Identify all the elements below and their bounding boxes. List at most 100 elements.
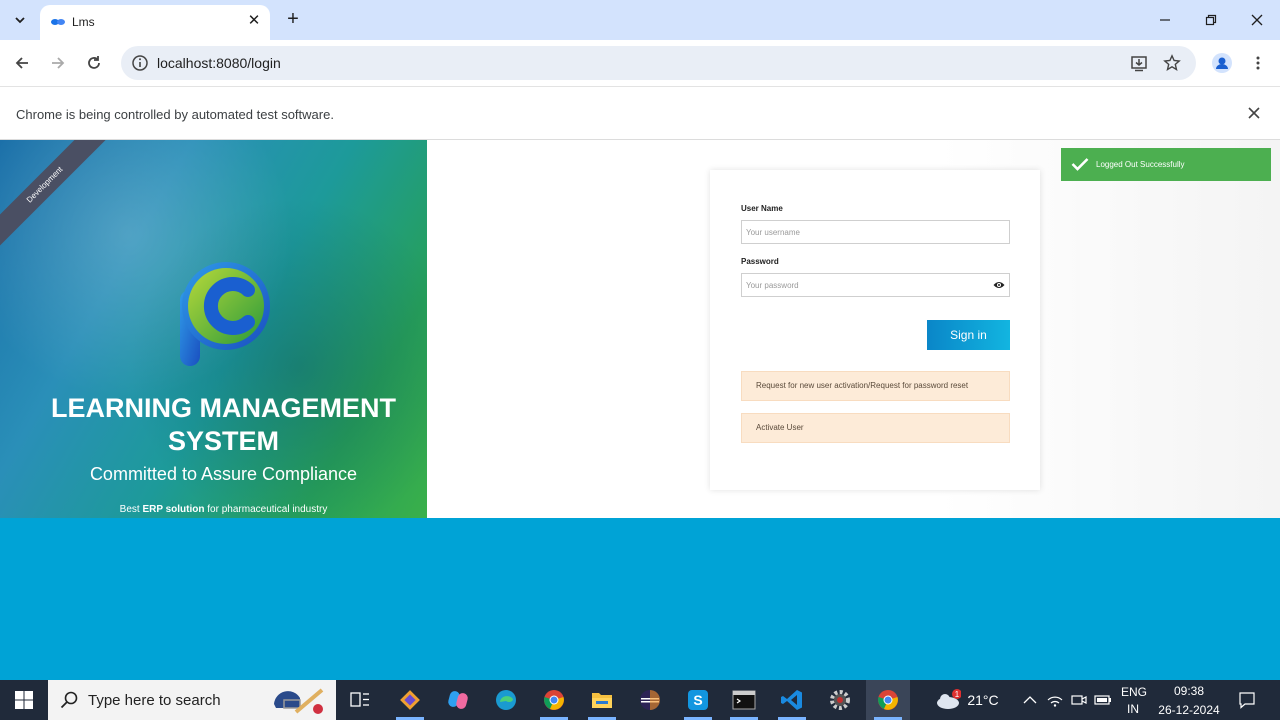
tab-close-icon[interactable]: ✕ bbox=[246, 13, 262, 29]
hero-title: LEARNING MANAGEMENT SYSTEM bbox=[51, 393, 396, 456]
wifi-icon bbox=[1047, 696, 1063, 707]
windows-logo-icon bbox=[15, 691, 33, 709]
close-icon bbox=[1251, 14, 1263, 26]
automation-infobar: Chrome is being controlled by automated … bbox=[0, 86, 1280, 140]
sign-in-button[interactable]: Sign in bbox=[927, 320, 1010, 350]
edge-browser-icon bbox=[496, 690, 516, 710]
tab-title: Lms bbox=[72, 15, 95, 29]
password-label: Password bbox=[741, 257, 779, 266]
taskbar-search-box[interactable]: Type here to search bbox=[48, 680, 336, 720]
browser-menu-button[interactable] bbox=[1246, 51, 1270, 75]
infobar-text: Chrome is being controlled by automated … bbox=[16, 107, 334, 122]
show-password-eye-icon[interactable] bbox=[993, 280, 1005, 290]
chevron-up-icon bbox=[1023, 696, 1037, 704]
request-activation-reset-link[interactable]: Request for new user activation/Request … bbox=[741, 371, 1010, 401]
copilot-icon bbox=[448, 691, 468, 709]
profile-avatar-icon bbox=[1212, 53, 1232, 73]
close-window-button[interactable] bbox=[1244, 8, 1270, 32]
taskbar-app-skype[interactable]: S bbox=[676, 680, 720, 720]
battery-icon bbox=[1094, 695, 1111, 705]
weather-widget[interactable]: 1 21°C bbox=[932, 680, 1002, 720]
new-tab-button[interactable]: + bbox=[282, 8, 304, 30]
company-logo bbox=[180, 262, 270, 366]
taskbar-app-vscode[interactable] bbox=[770, 680, 814, 720]
address-bar[interactable]: localhost:8080/login bbox=[121, 46, 1196, 80]
taskbar-app-chrome[interactable] bbox=[532, 680, 576, 720]
task-view-icon bbox=[350, 692, 369, 707]
minimize-button[interactable] bbox=[1152, 8, 1178, 32]
search-icon bbox=[60, 691, 78, 709]
input-language[interactable]: ENG IN bbox=[1121, 685, 1147, 716]
taskbar-app-terminal[interactable] bbox=[722, 680, 766, 720]
restore-icon bbox=[1205, 14, 1217, 26]
taskbar-app-settings-tool[interactable] bbox=[818, 680, 862, 720]
username-input[interactable] bbox=[741, 220, 1010, 244]
toast-message: Logged Out Successfully bbox=[1096, 160, 1185, 169]
gear-icon bbox=[830, 690, 850, 710]
lms-favicon-icon bbox=[51, 19, 65, 25]
folder-icon bbox=[592, 693, 612, 708]
arrow-right-icon bbox=[52, 57, 65, 69]
tab-strip: Lms ✕ + bbox=[0, 0, 1280, 40]
logout-success-toast: Logged Out Successfully bbox=[1061, 148, 1271, 181]
hero-subtitle: Committed to Assure Compliance bbox=[89, 464, 358, 484]
show-hidden-icons-button[interactable] bbox=[1020, 680, 1040, 720]
hero-tagline: Best ERP solution for pharmaceutical ind… bbox=[119, 504, 328, 515]
bookmark-star-icon[interactable] bbox=[1162, 53, 1182, 73]
reload-icon bbox=[88, 56, 100, 69]
cricket-helmet-icon bbox=[274, 688, 324, 714]
task-view-button[interactable] bbox=[338, 680, 382, 720]
notification-icon bbox=[1239, 692, 1255, 709]
password-input[interactable] bbox=[741, 273, 1010, 297]
taskbar-app-file-explorer[interactable] bbox=[580, 680, 624, 720]
skype-icon: S bbox=[688, 690, 708, 710]
site-info-icon[interactable] bbox=[131, 54, 149, 72]
tab-search-dropdown[interactable] bbox=[8, 8, 32, 32]
browser-toolbar: localhost:8080/login bbox=[0, 40, 1280, 86]
activate-user-link[interactable]: Activate User bbox=[741, 413, 1010, 443]
username-label: User Name bbox=[741, 204, 783, 213]
chrome-icon bbox=[544, 690, 564, 710]
taskbar-app-git[interactable] bbox=[388, 680, 432, 720]
svg-text:1: 1 bbox=[955, 690, 960, 699]
restore-button[interactable] bbox=[1198, 8, 1224, 32]
hero-panel: Development LEARNING MANAGEMENT SYSTEM C… bbox=[0, 140, 427, 518]
install-app-icon[interactable] bbox=[1129, 53, 1149, 73]
taskbar-app-eclipse[interactable] bbox=[628, 680, 672, 720]
taskbar-app-edge[interactable] bbox=[484, 680, 528, 720]
clock[interactable]: 09:38 26-12-2024 bbox=[1156, 684, 1222, 717]
battery-button[interactable] bbox=[1092, 680, 1114, 720]
reload-button[interactable] bbox=[82, 51, 106, 75]
vscode-icon bbox=[781, 690, 802, 710]
terminal-icon bbox=[732, 690, 756, 710]
kebab-menu-icon bbox=[1256, 56, 1260, 70]
start-button[interactable] bbox=[0, 680, 48, 720]
clock-time: 09:38 bbox=[1173, 684, 1205, 698]
eclipse-icon bbox=[640, 690, 660, 710]
notifications-button[interactable] bbox=[1230, 680, 1264, 720]
camera-icon bbox=[1071, 695, 1087, 705]
windows-taskbar: Type here to search S 1 21°C ENG IN 09:3… bbox=[0, 680, 1280, 720]
profile-button[interactable] bbox=[1210, 51, 1234, 75]
search-placeholder: Type here to search bbox=[88, 692, 221, 709]
weather-temperature: 21°C bbox=[967, 692, 999, 708]
infobar-close-icon[interactable] bbox=[1246, 105, 1262, 121]
minimize-icon bbox=[1160, 19, 1170, 21]
network-button[interactable] bbox=[1044, 680, 1066, 720]
forward-button[interactable] bbox=[46, 51, 70, 75]
diamond-app-icon bbox=[400, 690, 420, 710]
chrome-icon bbox=[878, 690, 898, 710]
arrow-left-icon bbox=[15, 57, 28, 69]
login-card: User Name Password Sign in Request for n… bbox=[710, 170, 1040, 490]
back-button[interactable] bbox=[10, 51, 34, 75]
cloud-icon: 1 bbox=[937, 689, 962, 709]
checkmark-icon bbox=[1071, 158, 1089, 171]
taskbar-app-chrome-active[interactable] bbox=[866, 680, 910, 720]
browser-tab[interactable]: Lms ✕ bbox=[40, 5, 270, 40]
meet-now-button[interactable] bbox=[1068, 680, 1090, 720]
svg-text:S: S bbox=[693, 692, 702, 708]
url-text: localhost:8080/login bbox=[157, 55, 281, 71]
taskbar-app-copilot[interactable] bbox=[436, 680, 480, 720]
login-page: Development LEARNING MANAGEMENT SYSTEM C… bbox=[0, 140, 1280, 518]
chevron-down-icon bbox=[15, 17, 25, 24]
